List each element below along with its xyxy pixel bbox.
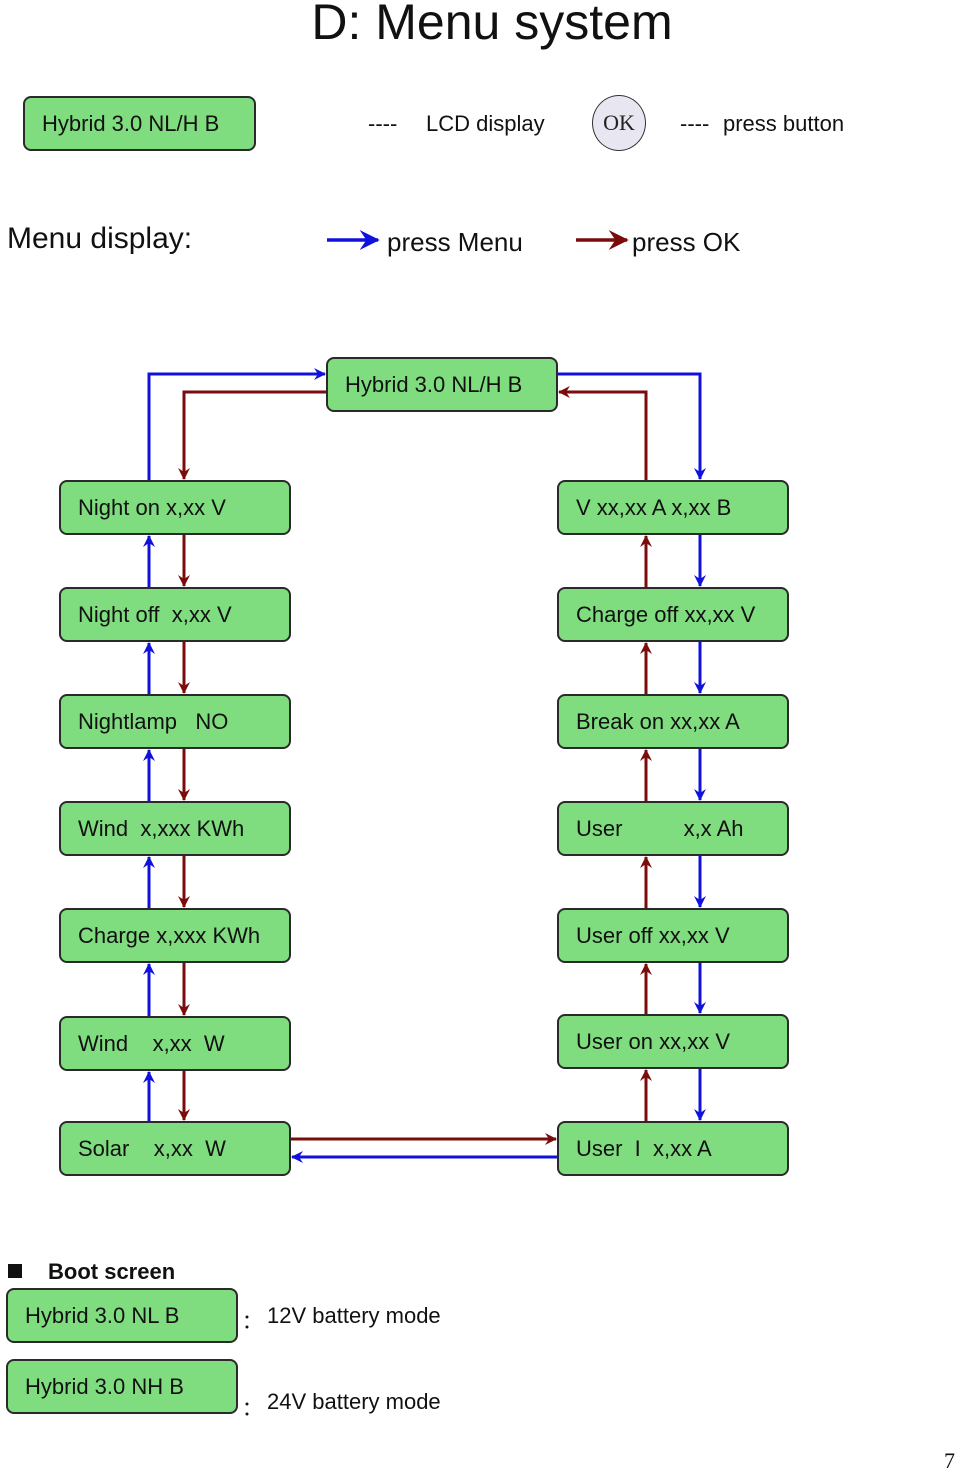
menu-screen-battery-status: V xx,xx A x,xx B [557, 480, 789, 535]
menu-screen-user-current: User I x,xx A [557, 1121, 789, 1176]
arrow-menu-home-to-right [558, 372, 706, 480]
boot-screen-24v-description: 24V battery mode [267, 1389, 441, 1414]
menu-screen-user-on: User on xx,xx V [557, 1014, 789, 1069]
menu-screen-user-ah: User x,x Ah [557, 801, 789, 856]
arrow-menu-left-to-home [147, 368, 326, 480]
legend-press-ok-label: press OK [632, 227, 741, 257]
menu-screen-break-on: Break on xx,xx A [557, 694, 789, 749]
menu-screen-solar-power: Solar x,xx W [59, 1121, 291, 1176]
boot-screen-heading: Boot screen [48, 1259, 176, 1284]
menu-screen-wind-power: Wind x,xx W [59, 1016, 291, 1071]
menu-screen-user-off: User off xx,xx V [557, 908, 789, 963]
menu-screen-night-off: Night off x,xx V [59, 587, 291, 642]
boot-screen-12v-description: 12V battery mode [267, 1303, 441, 1328]
menu-screen-home: Hybrid 3.0 NL/H B [326, 357, 558, 412]
bullet-square-icon [8, 1264, 22, 1278]
menu-screen-wind-energy: Wind x,xxx KWh [59, 801, 291, 856]
menu-screen-nightlamp: Nightlamp NO [59, 694, 291, 749]
legend-press-menu-label: press Menu [387, 227, 523, 257]
page-number: 7 [944, 1448, 955, 1473]
menu-screen-night-on: Night on x,xx V [59, 480, 291, 535]
menu-screen-charge-off: Charge off xx,xx V [557, 587, 789, 642]
boot-screen-12v-display: Hybrid 3.0 NL B [6, 1288, 238, 1343]
boot-screen-24v-display: Hybrid 3.0 NH B [6, 1359, 238, 1414]
arrow-ok-right-to-home [558, 386, 648, 480]
menu-screen-charge-energy: Charge x,xxx KWh [59, 908, 291, 963]
boot-screen-24v-colon: ： [242, 1398, 262, 1420]
boot-screen-12v-colon: ： [242, 1311, 262, 1333]
arrow-ok-home-to-left [178, 390, 326, 480]
